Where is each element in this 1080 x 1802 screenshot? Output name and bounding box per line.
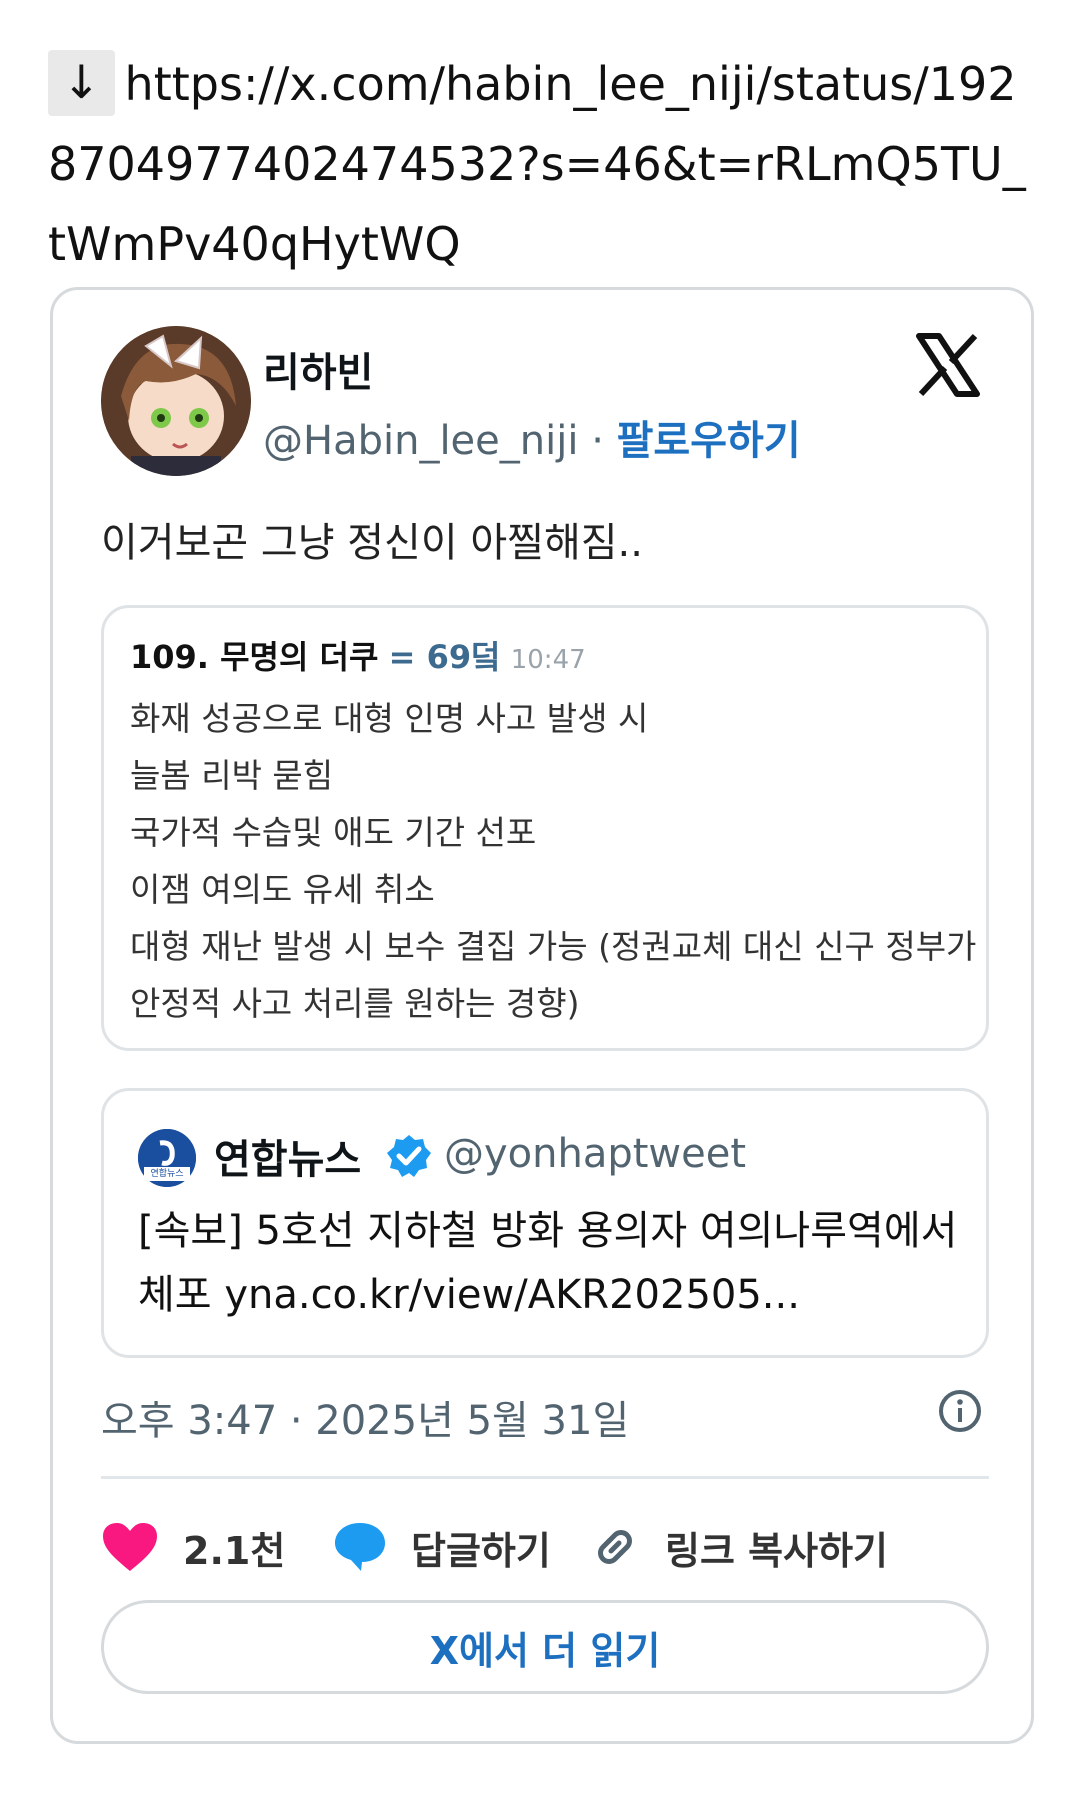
post-line: 화재 성공으로 대형 인명 사고 발생 시 [130,699,649,738]
speech-bubble-icon [335,1523,385,1571]
reply-label: 답글하기 [411,1528,551,1573]
post-line: 대형 재난 발생 시 보수 결집 가능 (정권교체 대신 신구 정부가 [130,927,977,966]
post-body: 화재 성공으로 대형 인명 사고 발생 시 늘봄 리박 묻힘 국가적 수습및 애… [130,690,976,1032]
separator-dot: · [591,418,604,464]
post-line: 안정적 사고 처리를 원하는 경향) [130,984,580,1023]
link-url[interactable]: https://x.com/habin_lee_niji/status/1928… [48,57,1026,271]
quoted-tweet-card[interactable]: 연합뉴스 연합뉴스 @yonhaptweet [속보] 5호선 지하철 방화 용… [101,1088,989,1358]
post-time: 10:47 [510,645,586,675]
tweet-embed-card: 리하빈 @Habin_lee_niji · 팔로우하기 이거보곤 그냥 정신이 … [50,287,1034,1744]
copy-link-button[interactable]: 링크 복사하기 [589,1512,888,1582]
like-count: 2.1천 [183,1528,286,1573]
quoted-author-name[interactable]: 연합뉴스 [214,1127,361,1185]
like-button[interactable]: 2.1천 [101,1512,285,1582]
reply-button[interactable]: 답글하기 [333,1512,551,1582]
yonhap-logo-text: 연합뉴스 [150,1169,184,1179]
post-line: 이잼 여의도 유세 취소 [130,870,435,909]
tweet-text: 이거보곤 그냥 정신이 아찔해짐.. [101,520,643,566]
post-number-author: 109. 무명의 더쿠 [130,638,379,676]
shared-link[interactable]: ↓ https://x.com/habin_lee_niji/status/192… [48,44,1038,284]
post-score: = 69덬 [388,638,501,676]
attached-screenshot-image[interactable]: 109. 무명의 더쿠 = 69덬 10:47 화재 성공으로 대형 인명 사고… [101,605,989,1051]
author-handle-row: @Habin_lee_niji · 팔로우하기 [263,408,801,466]
tweet-timestamp[interactable]: 오후 3:47 · 2025년 5월 31일 [101,1388,629,1446]
post-line: 늘봄 리박 묻힘 [130,756,334,795]
heart-icon [103,1523,157,1571]
author-handle[interactable]: @Habin_lee_niji [263,418,578,464]
verified-badge-icon [387,1135,431,1177]
post-line: 국가적 수습및 애도 기간 선포 [130,813,537,852]
info-icon[interactable] [937,1388,983,1434]
yonhap-logo-icon: 연합뉴스 [138,1129,196,1187]
quoted-author-handle[interactable]: @yonhaptweet [444,1131,746,1177]
x-logo-icon[interactable] [915,332,981,398]
anime-avatar-icon[interactable] [101,326,251,476]
author-display-name[interactable]: 리하빈 [263,340,373,398]
follow-button[interactable]: 팔로우하기 [617,418,801,464]
post-header: 109. 무명의 더쿠 = 69덬 10:47 [130,632,586,678]
read-more-on-x-button[interactable]: X에서 더 읽기 [101,1600,989,1694]
action-bar: 2.1천 답글하기 링크 복사하기 [101,1512,989,1582]
divider [101,1476,989,1479]
copy-link-label: 링크 복사하기 [665,1528,888,1573]
download-arrow-icon: ↓ [48,50,115,116]
link-icon [598,1530,632,1564]
quoted-tweet-text: [속보] 5호선 지하철 방화 용의자 여의나루역에서 체포 yna.co.kr… [138,1208,958,1318]
